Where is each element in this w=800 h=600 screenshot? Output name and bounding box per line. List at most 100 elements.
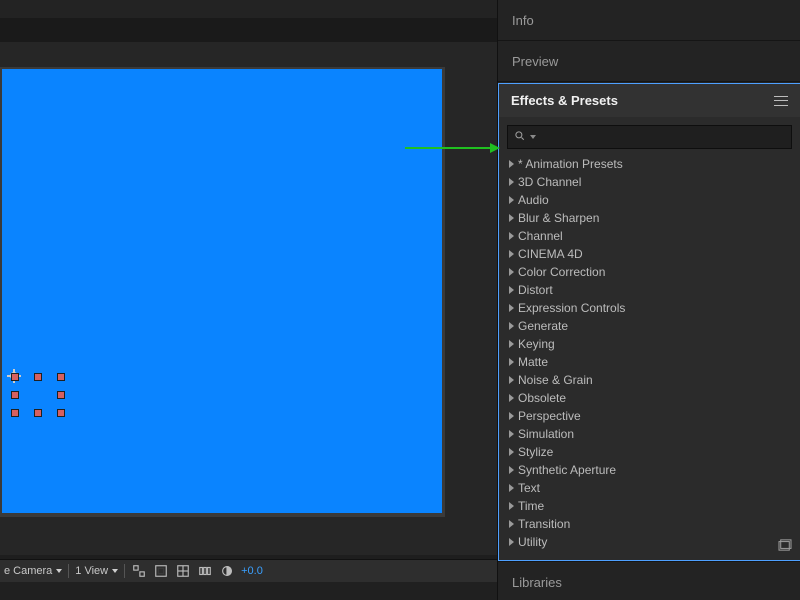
effects-category[interactable]: Synthetic Aperture xyxy=(507,461,792,479)
effects-presets-search[interactable] xyxy=(507,125,792,149)
exposure-reset-button[interactable] xyxy=(219,563,235,579)
effects-category-label: Channel xyxy=(518,229,563,243)
effects-category[interactable]: Noise & Grain xyxy=(507,371,792,389)
effects-presets-search-input[interactable] xyxy=(540,130,785,144)
effects-category-label: Color Correction xyxy=(518,265,605,279)
effects-category[interactable]: CINEMA 4D xyxy=(507,245,792,263)
resize-handle-bottom-right[interactable] xyxy=(57,409,65,417)
active-camera-dropdown[interactable]: e Camera xyxy=(4,565,62,577)
info-panel-tab[interactable]: Info xyxy=(498,0,800,41)
effects-category[interactable]: Audio xyxy=(507,191,792,209)
selected-layer[interactable] xyxy=(11,373,67,418)
disclosure-triangle-icon[interactable] xyxy=(509,178,514,186)
effects-presets-body: * Animation Presets 3D Channel Audio Blur &… xyxy=(498,117,800,561)
composition-region xyxy=(0,0,497,555)
disclosure-triangle-icon[interactable] xyxy=(509,304,514,312)
resize-handle-bottom-middle[interactable] xyxy=(34,409,42,417)
exposure-value[interactable]: +0.0 xyxy=(241,565,263,577)
effects-category-label: Expression Controls xyxy=(518,301,625,315)
resize-handle-middle-left[interactable] xyxy=(11,391,19,399)
disclosure-triangle-icon[interactable] xyxy=(509,322,514,330)
disclosure-triangle-icon[interactable] xyxy=(509,268,514,276)
preview-panel-tab[interactable]: Preview xyxy=(498,41,800,82)
composition-tab-bar xyxy=(0,18,497,42)
disclosure-triangle-icon[interactable] xyxy=(509,502,514,510)
effects-category-label: Generate xyxy=(518,319,568,333)
effects-category[interactable]: Generate xyxy=(507,317,792,335)
effects-presets-title: Effects & Presets xyxy=(511,93,618,108)
resize-handle-top-middle[interactable] xyxy=(34,373,42,381)
effects-category[interactable]: Obsolete xyxy=(507,389,792,407)
effects-presets-panel: Effects & Presets * Animation Presets 3D … xyxy=(498,83,800,562)
effects-category-label: Perspective xyxy=(518,409,581,423)
status-row: e Camera 1 View + xyxy=(0,560,505,582)
effects-category[interactable]: Stylize xyxy=(507,443,792,461)
effects-category[interactable]: Color Correction xyxy=(507,263,792,281)
viewer-status-bar: e Camera 1 View + xyxy=(0,559,497,600)
composition-top-bar xyxy=(0,0,497,42)
disclosure-triangle-icon[interactable] xyxy=(509,232,514,240)
info-panel-label: Info xyxy=(512,13,534,28)
resize-handle-bottom-left[interactable] xyxy=(11,409,19,417)
effects-category[interactable]: Perspective xyxy=(507,407,792,425)
search-icon xyxy=(514,130,526,145)
disclosure-triangle-icon[interactable] xyxy=(509,160,514,168)
resize-handle-top-left[interactable] xyxy=(11,373,19,381)
effects-category-label: Transition xyxy=(518,517,570,531)
composition-canvas[interactable] xyxy=(2,69,442,513)
disclosure-triangle-icon[interactable] xyxy=(509,358,514,366)
separator xyxy=(124,564,125,578)
effects-category-label: Stylize xyxy=(518,445,553,459)
effects-category[interactable]: Distort xyxy=(507,281,792,299)
effects-category[interactable]: 3D Channel xyxy=(507,173,792,191)
effects-category-label: Time xyxy=(518,499,544,513)
toggle-transparency-grid-button[interactable] xyxy=(131,563,147,579)
disclosure-triangle-icon[interactable] xyxy=(509,340,514,348)
effects-category-label: 3D Channel xyxy=(518,175,581,189)
disclosure-triangle-icon[interactable] xyxy=(509,520,514,528)
effects-category[interactable]: Channel xyxy=(507,227,792,245)
preview-panel-label: Preview xyxy=(512,54,558,69)
effects-category-label: Keying xyxy=(518,337,555,351)
disclosure-triangle-icon[interactable] xyxy=(509,286,514,294)
disclosure-triangle-icon[interactable] xyxy=(509,394,514,402)
resize-handle-top-right[interactable] xyxy=(57,373,65,381)
effects-category-label: Blur & Sharpen xyxy=(518,211,599,225)
disclosure-triangle-icon[interactable] xyxy=(509,196,514,204)
toggle-mask-button[interactable] xyxy=(153,563,169,579)
disclosure-triangle-icon[interactable] xyxy=(509,412,514,420)
effects-category[interactable]: Simulation xyxy=(507,425,792,443)
view-layout-dropdown[interactable]: 1 View xyxy=(75,565,118,577)
disclosure-triangle-icon[interactable] xyxy=(509,484,514,492)
new-bin-icon[interactable] xyxy=(778,539,792,551)
effects-category[interactable]: Time xyxy=(507,497,792,515)
effects-category[interactable]: Keying xyxy=(507,335,792,353)
effects-category-label: * Animation Presets xyxy=(518,157,623,171)
effects-category[interactable]: Text xyxy=(507,479,792,497)
channel-view-button[interactable] xyxy=(197,563,213,579)
effects-category-label: Audio xyxy=(518,193,549,207)
effects-category[interactable]: Blur & Sharpen xyxy=(507,209,792,227)
libraries-panel-tab[interactable]: Libraries xyxy=(498,562,800,600)
active-camera-label: e Camera xyxy=(4,565,52,577)
effects-category[interactable]: Transition xyxy=(507,515,792,533)
effects-presets-header[interactable]: Effects & Presets xyxy=(498,83,800,117)
effects-presets-footer xyxy=(507,536,792,554)
effects-category-label: Matte xyxy=(518,355,548,369)
view-layout-label: 1 View xyxy=(75,565,108,577)
region-of-interest-button[interactable] xyxy=(175,563,191,579)
effects-presets-tree[interactable]: * Animation Presets 3D Channel Audio Blur &… xyxy=(507,155,792,551)
effects-category[interactable]: * Animation Presets xyxy=(507,155,792,173)
effects-category[interactable]: Expression Controls xyxy=(507,299,792,317)
resize-handle-middle-right[interactable] xyxy=(57,391,65,399)
disclosure-triangle-icon[interactable] xyxy=(509,250,514,258)
disclosure-triangle-icon[interactable] xyxy=(509,466,514,474)
disclosure-triangle-icon[interactable] xyxy=(509,448,514,456)
panel-menu-icon[interactable] xyxy=(774,96,788,106)
composition-viewport-frame[interactable] xyxy=(0,67,445,517)
separator xyxy=(68,564,69,578)
disclosure-triangle-icon[interactable] xyxy=(509,430,514,438)
disclosure-triangle-icon[interactable] xyxy=(509,214,514,222)
effects-category[interactable]: Matte xyxy=(507,353,792,371)
disclosure-triangle-icon[interactable] xyxy=(509,376,514,384)
